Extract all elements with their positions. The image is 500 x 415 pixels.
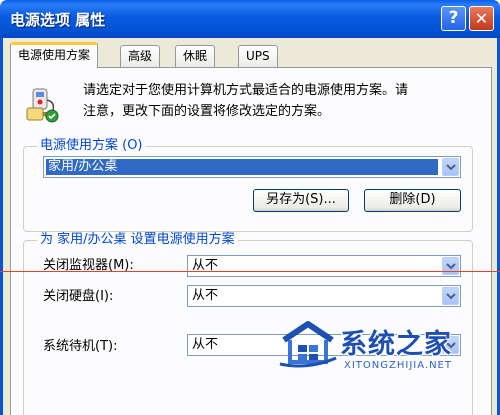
hdd-off-select[interactable]: 从不 <box>187 285 461 307</box>
hdd-off-value: 从不 <box>192 288 219 303</box>
window-title: 电源选项 属性 <box>10 11 106 29</box>
intro-line-2: 注意，更改下面的设置将修改选定的方案。 <box>83 104 331 119</box>
standby-label: 系统待机(T): <box>43 339 118 354</box>
scheme-settings-group-label: 为 家用/办公桌 设置电源使用方案 <box>37 232 238 248</box>
delete-button[interactable]: 删除(D) <box>364 189 461 212</box>
intro-line-1: 请选定对于您使用计算机方式最适合的电源使用方案。请 <box>83 83 409 98</box>
help-button[interactable]: ? <box>441 6 466 31</box>
watermark-url: XITONGZHIJIA.NET <box>344 360 452 371</box>
tab-ups[interactable]: UPS <box>238 45 278 67</box>
tab-hibernate[interactable]: 休眠 <box>175 45 216 67</box>
intro-text: 请选定对于您使用计算机方式最适合的电源使用方案。请 注意，更改下面的设置将修改选… <box>83 80 467 122</box>
title-bar[interactable]: 电源选项 属性 ? ✕ <box>0 0 500 38</box>
power-scheme-group-label: 电源使用方案 (O) <box>37 138 146 154</box>
tab-advanced[interactable]: 高级 <box>120 45 161 67</box>
power-scheme-icon <box>26 88 59 123</box>
annotation-line <box>0 271 500 272</box>
watermark-text: 系统之家 <box>340 329 452 360</box>
chevron-down-icon[interactable] <box>442 287 459 305</box>
watermark-logo-icon <box>279 321 337 368</box>
tab-power-schemes[interactable]: 电源使用方案 <box>10 42 99 68</box>
save-as-button[interactable]: 另存为(S)... <box>253 189 349 212</box>
power-scheme-select[interactable]: 家用/办公桌 <box>43 156 461 178</box>
hdd-off-label: 关闭硬盘(I): <box>43 289 114 304</box>
standby-value: 从不 <box>192 337 219 352</box>
chevron-down-icon[interactable] <box>442 158 459 176</box>
power-scheme-value: 家用/办公桌 <box>46 159 438 175</box>
close-button[interactable]: ✕ <box>469 6 494 31</box>
monitor-off-select[interactable]: 从不 <box>187 255 461 277</box>
chevron-down-icon[interactable] <box>442 257 459 275</box>
